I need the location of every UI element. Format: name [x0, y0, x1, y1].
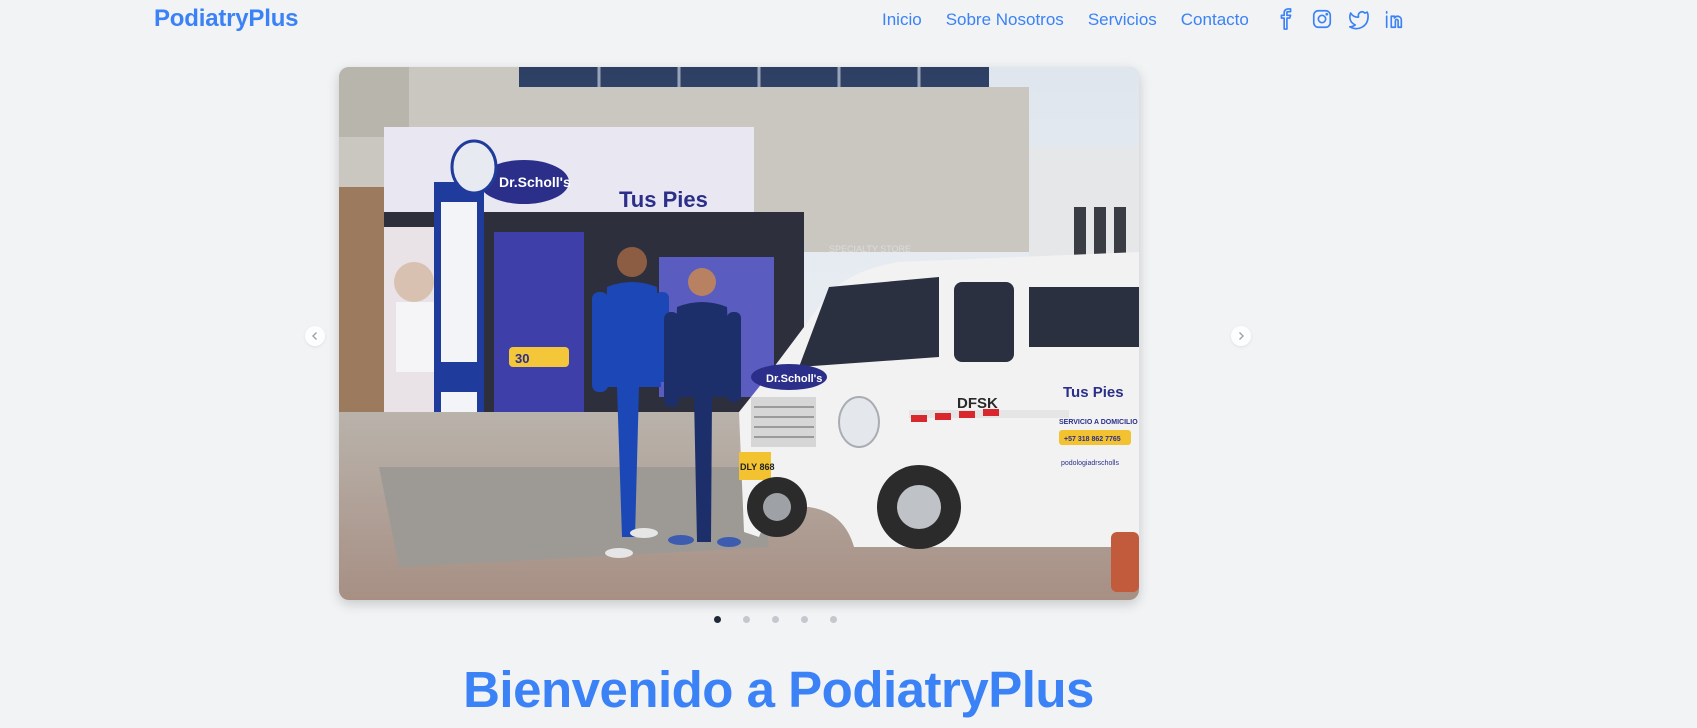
photo-van-handle: podologiadrscholls [1061, 460, 1119, 467]
photo-specialty: SPECIALTY STORE [829, 244, 911, 254]
page: PodiatryPlus Inicio Sobre Nosotros Servi… [0, 0, 1697, 728]
photo-van-service: SERVICIO A DOMICILIO [1059, 419, 1138, 426]
carousel-dot-1[interactable] [714, 616, 721, 623]
nav-inicio[interactable]: Inicio [882, 10, 922, 30]
photo-plate: DLY 868 [740, 462, 775, 472]
nav-servicios[interactable]: Servicios [1088, 10, 1157, 30]
carousel-dot-4[interactable] [801, 616, 808, 623]
photo-brand-sign: Dr.Scholl's [499, 174, 571, 190]
photo-store-sign: Tus Pies [619, 187, 708, 212]
carousel-next-button[interactable] [1231, 326, 1251, 346]
photo-van-store: Tus Pies [1063, 384, 1124, 401]
chevron-left-icon [312, 332, 317, 340]
nav-contacto[interactable]: Contacto [1181, 10, 1249, 30]
chevron-right-icon [1239, 332, 1244, 340]
carousel-dot-2[interactable] [743, 616, 750, 623]
carousel-dot-3[interactable] [772, 616, 779, 623]
instagram-icon[interactable] [1311, 8, 1333, 30]
slide-photo: Dr.Scholl's Tus Pies 30 SPECIALTY STORE [339, 67, 1139, 600]
brand-logo[interactable]: PodiatryPlus [154, 5, 299, 33]
photo-van-phone: +57 318 862 7765 [1064, 436, 1121, 443]
carousel-dot-5[interactable] [830, 616, 837, 623]
linkedin-icon[interactable] [1383, 8, 1405, 30]
photo-van-brand: Dr.Scholl's [766, 373, 822, 385]
photo-promo: 30 [515, 351, 529, 366]
main-nav: Inicio Sobre Nosotros Servicios Contacto [882, 10, 1249, 30]
image-carousel[interactable]: Dr.Scholl's Tus Pies 30 SPECIALTY STORE [339, 67, 1139, 600]
nav-sobre-nosotros[interactable]: Sobre Nosotros [946, 10, 1064, 30]
twitter-icon[interactable] [1347, 8, 1369, 30]
facebook-icon[interactable] [1275, 8, 1297, 30]
hero-title: Bienvenido a PodiatryPlus [463, 661, 1094, 718]
carousel-prev-button[interactable] [305, 326, 325, 346]
social-links [1275, 8, 1405, 30]
site-header: PodiatryPlus Inicio Sobre Nosotros Servi… [0, 0, 1697, 38]
carousel-indicators [714, 616, 837, 623]
